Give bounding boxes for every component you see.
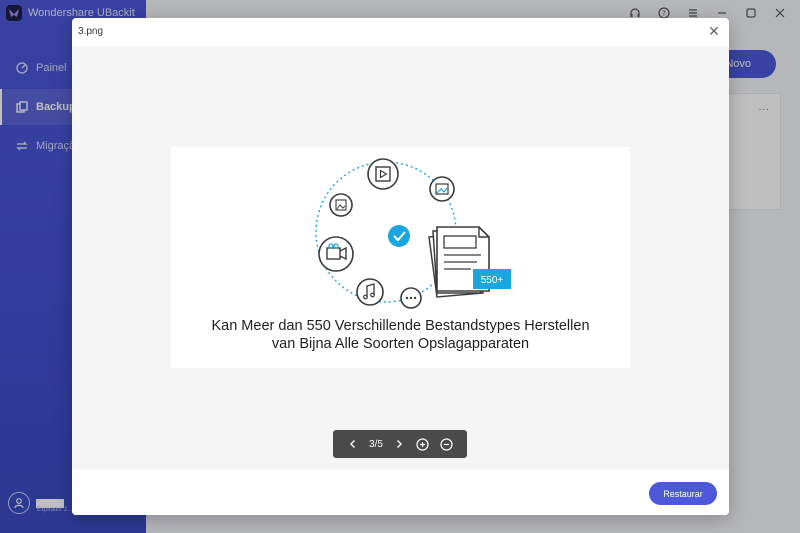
page-indicator: 3/5 [369, 438, 383, 450]
restore-button-label: Restaurar [663, 488, 703, 499]
zoom-in-icon[interactable] [415, 436, 431, 452]
photo-file-icon [429, 176, 455, 202]
caption-line-2: van Bijna Alle Soorten Opslagapparaten [271, 336, 530, 352]
dialog-close-icon[interactable]: ✕ [707, 24, 721, 38]
next-icon[interactable] [391, 436, 407, 452]
music-file-icon [356, 278, 384, 306]
video-file-icon [367, 158, 399, 190]
dialog-title: 3.png [78, 26, 104, 37]
dialog-footer: Restaurar [72, 468, 729, 515]
previous-icon[interactable] [345, 436, 361, 452]
more-file-types-icon [400, 287, 422, 309]
camera-file-icon [318, 236, 354, 272]
restore-button[interactable]: Restaurar [649, 482, 717, 505]
preview-image: 550+ Kan Meer dan 550 Verschillende Best… [171, 147, 630, 368]
preview-dialog: 3.png ✕ 550+ Kan Meer dan 550 Verschille… [72, 18, 729, 515]
picture-file-icon [329, 193, 353, 217]
badge-text: 550+ [481, 275, 504, 286]
check-icon [388, 225, 410, 247]
file-types-illustration: 550+ [315, 158, 511, 309]
preview-caption: Kan Meer dan 550 Verschillende Bestandst… [171, 317, 630, 353]
zoom-out-icon[interactable] [439, 436, 455, 452]
caption-line-1: Kan Meer dan 550 Verschillende Bestandst… [211, 318, 590, 334]
preview-area: 550+ Kan Meer dan 550 Verschillende Best… [72, 46, 729, 468]
viewer-toolbar: 3/5 [333, 430, 467, 458]
